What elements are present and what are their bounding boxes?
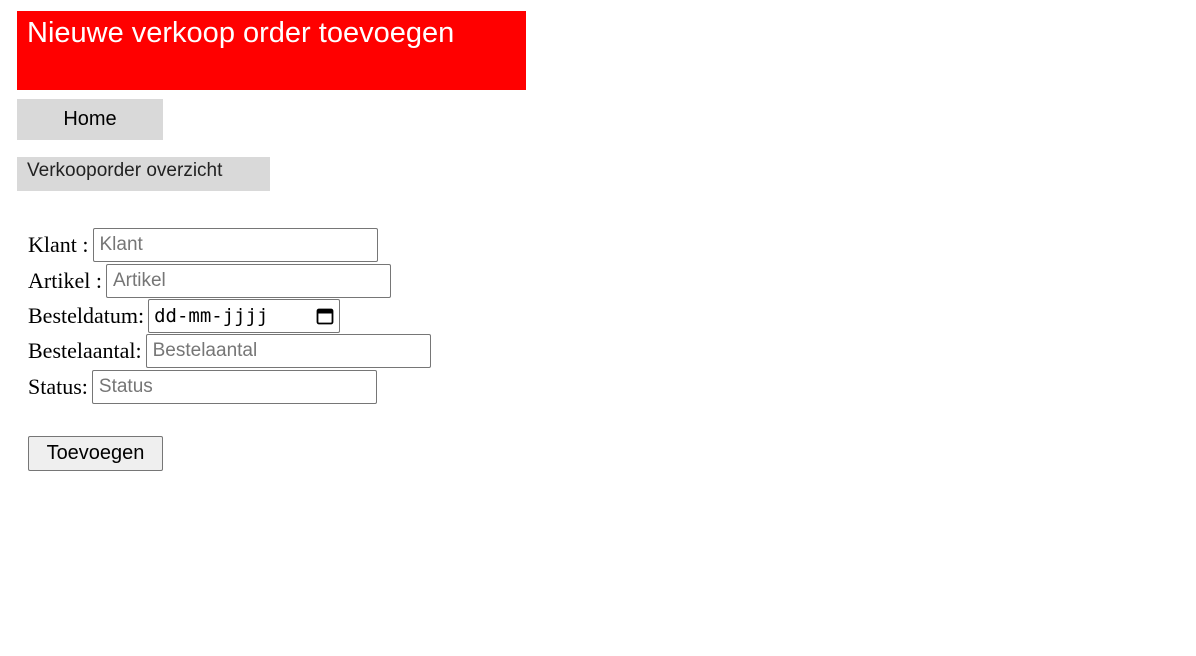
page-header: Nieuwe verkoop order toevoegen [17, 11, 526, 90]
bestelaantal-input[interactable] [145, 334, 431, 368]
form-row-besteldatum: Besteldatum: dd-mm-jjjj [28, 298, 341, 334]
klant-label: Klant : [28, 232, 89, 257]
form-row-artikel: Artikel : [28, 263, 391, 299]
klant-input[interactable] [92, 228, 378, 262]
artikel-label: Artikel : [28, 268, 102, 293]
form-row-status: Status: [28, 369, 377, 405]
form-row-klant: Klant : [28, 227, 378, 263]
toevoegen-button[interactable]: Toevoegen [28, 436, 163, 471]
besteldatum-date-value: dd-mm-jjjj [154, 305, 269, 327]
form-row-bestelaantal: Bestelaantal: [28, 333, 431, 369]
page-title: Nieuwe verkoop order toevoegen [27, 17, 455, 49]
nav-sales-order-overview-link[interactable]: Verkooporder overzicht [17, 157, 270, 191]
besteldatum-date-input[interactable]: dd-mm-jjjj [148, 299, 341, 333]
bestelaantal-label: Bestelaantal: [28, 338, 142, 363]
status-input[interactable] [91, 370, 377, 404]
calendar-icon[interactable] [315, 306, 335, 326]
nav-home-link[interactable]: Home [17, 99, 163, 140]
besteldatum-label: Besteldatum: [28, 303, 145, 328]
status-label: Status: [28, 374, 88, 399]
artikel-input[interactable] [105, 264, 391, 298]
